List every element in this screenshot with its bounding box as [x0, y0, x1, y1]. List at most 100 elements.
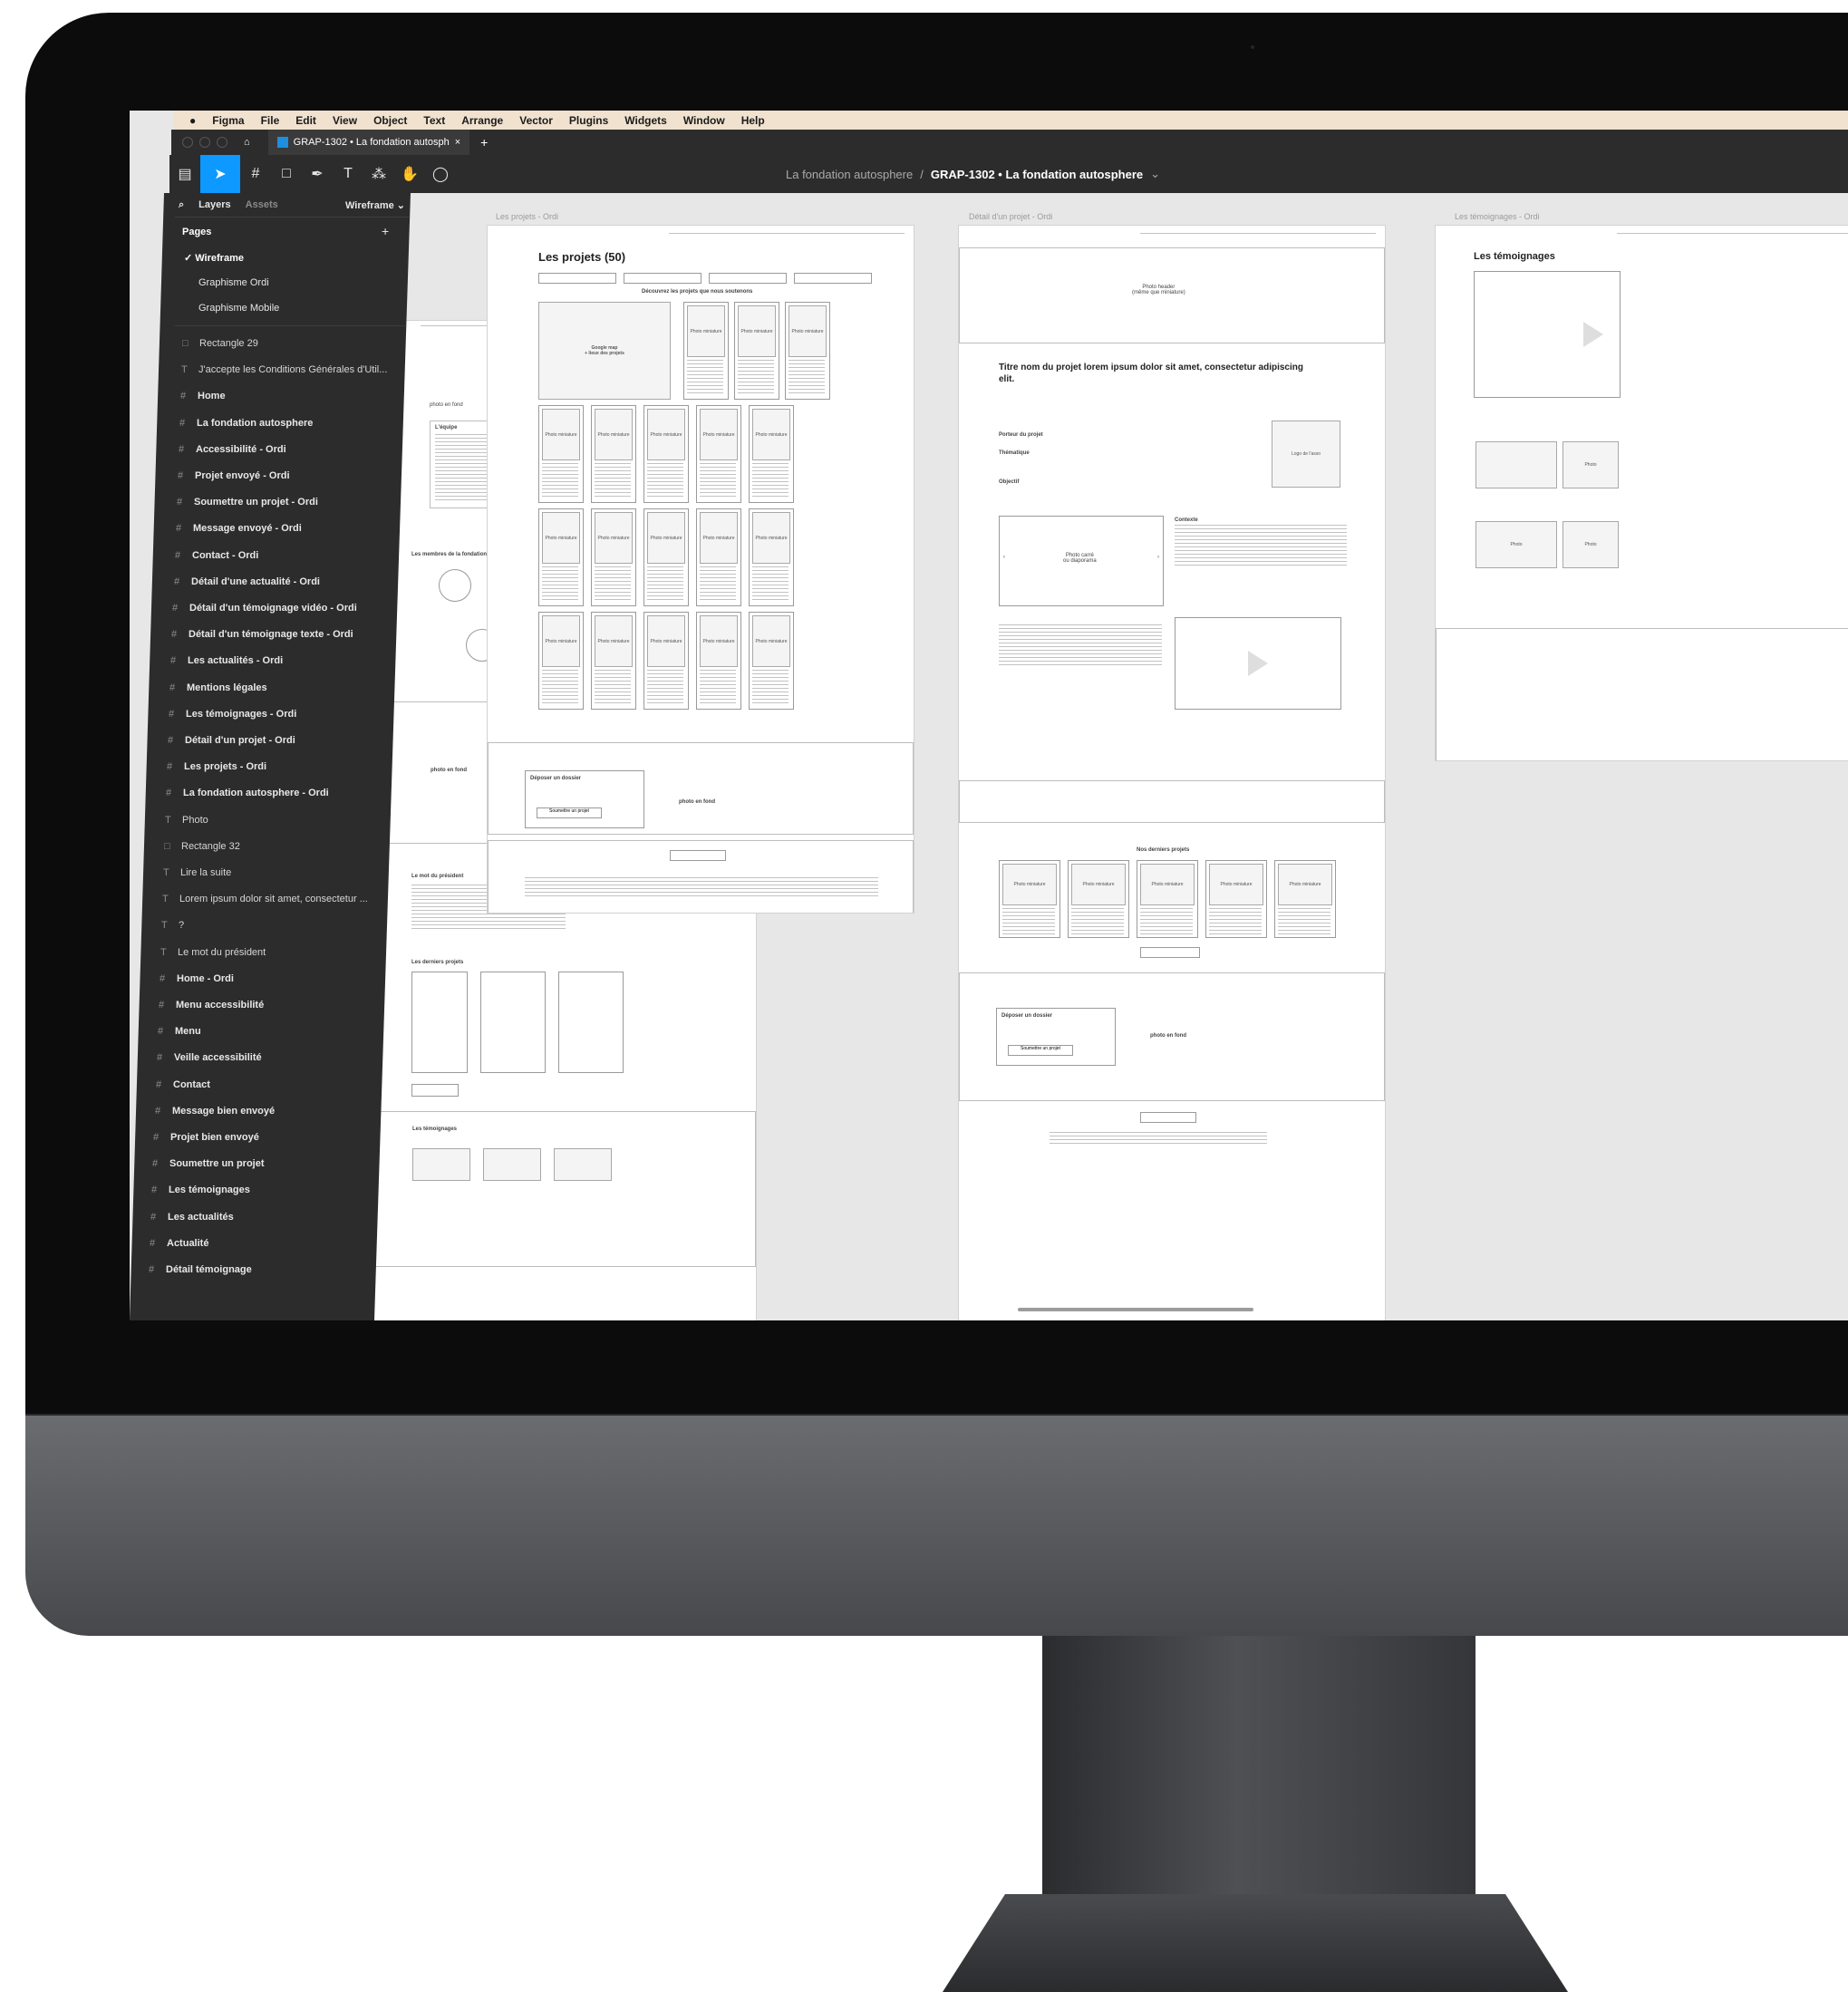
layer-item[interactable]: # La fondation autosphere - Ordi — [166, 783, 386, 803]
layer-item[interactable]: # Veille accessibilité — [157, 1048, 373, 1068]
text-tool-icon[interactable]: T — [333, 155, 363, 193]
project-card[interactable]: Photo miniature — [749, 508, 794, 606]
filter-input[interactable] — [794, 273, 872, 284]
frame-label-detail[interactable]: Détail d'un projet - Ordi — [969, 212, 1052, 221]
layer-item[interactable]: # Soumettre un projet - Ordi — [177, 492, 402, 512]
filter-input[interactable] — [709, 273, 787, 284]
layer-item[interactable]: # Menu — [158, 1021, 375, 1041]
voir-projets-button[interactable] — [411, 1084, 459, 1097]
layer-item[interactable]: # Menu accessibilité — [159, 995, 376, 1015]
hand-tool-icon[interactable]: ✋ — [394, 155, 425, 193]
project-card[interactable]: Photo miniature — [591, 405, 636, 503]
new-tab-button[interactable]: + — [480, 135, 488, 150]
page-item-wireframe[interactable]: ✓ Wireframe — [184, 252, 244, 264]
temoignage-photo[interactable]: Photo — [1475, 521, 1557, 568]
pen-tool-icon[interactable]: ✒ — [302, 155, 333, 193]
layer-item[interactable]: # Détail d'un témoignage vidéo - Ordi — [172, 598, 395, 618]
page-item-graphisme-ordi[interactable]: Graphisme Ordi — [198, 277, 269, 288]
project-card[interactable]: Photo miniature — [643, 508, 689, 606]
menu-widgets[interactable]: Widgets — [624, 114, 667, 127]
layer-item[interactable]: # Actualité — [150, 1233, 363, 1253]
home-icon[interactable]: ⌂ — [244, 137, 250, 148]
project-card[interactable]: Photo miniature — [538, 612, 584, 710]
menu-edit[interactable]: Edit — [295, 114, 316, 127]
frame-tool-icon[interactable]: # — [240, 155, 271, 193]
project-card[interactable]: Photo miniature — [734, 302, 779, 400]
project-card[interactable]: Photo miniature — [696, 612, 741, 710]
layer-item[interactable]: # Mentions légales — [169, 678, 392, 698]
project-card[interactable]: Photo miniature — [643, 405, 689, 503]
soumettre-button[interactable]: Soumettre un projet — [537, 807, 602, 818]
resources-icon[interactable]: ⁂ — [363, 155, 394, 193]
layer-item[interactable]: # Détail d'une actualité - Ordi — [174, 572, 397, 592]
layer-item[interactable]: T Photo — [165, 810, 385, 830]
filter-input[interactable] — [624, 273, 701, 284]
layer-item[interactable]: T Lire la suite — [163, 863, 382, 883]
menu-window[interactable]: Window — [683, 114, 725, 127]
menu-view[interactable]: View — [333, 114, 357, 127]
menu-vector[interactable]: Vector — [519, 114, 553, 127]
layer-item[interactable]: T J'accepte les Conditions Générales d'Ut… — [181, 360, 408, 380]
layer-item[interactable]: # Les témoignages - Ordi — [169, 704, 390, 724]
project-card[interactable]: Photo miniature — [999, 860, 1060, 938]
layer-item[interactable]: T Le mot du président — [160, 943, 379, 962]
project-card[interactable]: Photo miniature — [785, 302, 830, 400]
project-card[interactable]: Photo miniature — [696, 405, 741, 503]
menu-object[interactable]: Object — [373, 114, 407, 127]
search-icon[interactable]: ⌕ — [179, 199, 184, 211]
layer-item[interactable]: □ Rectangle 32 — [164, 836, 383, 856]
frame-label-temoignages[interactable]: Les témoignages - Ordi — [1455, 212, 1540, 221]
page-selector[interactable]: Wireframe ⌄ — [345, 199, 405, 211]
frame-detail-projet[interactable]: Photo header (même que miniature) Titre … — [958, 225, 1386, 1320]
menu-plugins[interactable]: Plugins — [569, 114, 608, 127]
soumettre-button[interactable]: Soumettre un projet — [1008, 1045, 1073, 1056]
menu-file[interactable]: File — [261, 114, 280, 127]
video-player[interactable] — [1175, 617, 1341, 710]
filter-input[interactable] — [538, 273, 616, 284]
google-map[interactable]: Google map + lieux des projets — [538, 302, 671, 400]
footer-button[interactable] — [670, 850, 726, 861]
layer-item[interactable]: # Détail témoignage — [149, 1260, 363, 1280]
chevron-down-icon[interactable]: ⌄ — [1150, 167, 1160, 181]
layer-item[interactable]: # Projet envoyé - Ordi — [178, 466, 402, 486]
apple-icon[interactable]: ● — [189, 114, 196, 127]
move-tool-icon[interactable]: ➤ — [200, 155, 240, 193]
layer-item[interactable]: □ Rectangle 29 — [182, 334, 409, 353]
layer-item[interactable]: # Les actualités — [150, 1207, 365, 1227]
layer-item[interactable]: # Message envoyé - Ordi — [176, 518, 400, 538]
breadcrumb-project[interactable]: La fondation autosphere — [786, 168, 913, 181]
tab-file[interactable]: GRAP-1302 • La fondation autosph × — [267, 130, 470, 155]
comment-tool-icon[interactable]: ◯ — [425, 155, 456, 193]
layer-item[interactable]: # La fondation autosphere — [179, 413, 405, 433]
layer-item[interactable]: # Les actualités - Ordi — [170, 651, 392, 671]
layer-item[interactable]: # Les témoignages — [151, 1180, 366, 1200]
project-card[interactable]: Photo miniature — [749, 612, 794, 710]
carousel-prev-icon[interactable]: ‹ — [1003, 555, 1005, 560]
horizontal-scrollbar[interactable] — [1018, 1308, 1253, 1311]
menu-arrange[interactable]: Arrange — [461, 114, 503, 127]
close-window-button[interactable] — [182, 137, 193, 148]
project-card[interactable]: Photo miniature — [1274, 860, 1336, 938]
voir-projets-button[interactable] — [1140, 947, 1200, 958]
breadcrumb-file[interactable]: GRAP-1302 • La fondation autosphere — [931, 168, 1143, 181]
project-card[interactable]: Photo miniature — [749, 405, 794, 503]
project-card[interactable]: Photo miniature — [683, 302, 729, 400]
layer-item[interactable]: # Projet bien envoyé — [153, 1127, 369, 1147]
play-icon[interactable] — [1248, 651, 1268, 676]
layer-item[interactable]: T Lorem ipsum dolor sit amet, consectetur… — [162, 889, 382, 909]
layer-item[interactable]: T? — [161, 915, 380, 935]
zoom-window-button[interactable] — [217, 137, 227, 148]
layer-item[interactable]: # Contact — [156, 1075, 373, 1095]
menu-help[interactable]: Help — [741, 114, 765, 127]
project-card[interactable]: Photo miniature — [1068, 860, 1129, 938]
temoignage-photo[interactable]: Photo — [1563, 521, 1619, 568]
layer-item[interactable]: # Soumettre un projet — [152, 1154, 368, 1174]
layer-item[interactable]: # Message bien envoyé — [155, 1101, 371, 1121]
tab-layers[interactable]: Layers — [198, 199, 230, 210]
project-card[interactable]: Photo miniature — [538, 508, 584, 606]
frame-label-projets[interactable]: Les projets - Ordi — [496, 212, 558, 221]
project-card[interactable]: Photo miniature — [538, 405, 584, 503]
project-card[interactable]: Photo miniature — [1137, 860, 1198, 938]
add-page-button[interactable]: + — [382, 224, 389, 238]
temoignage-video[interactable] — [1475, 441, 1557, 488]
